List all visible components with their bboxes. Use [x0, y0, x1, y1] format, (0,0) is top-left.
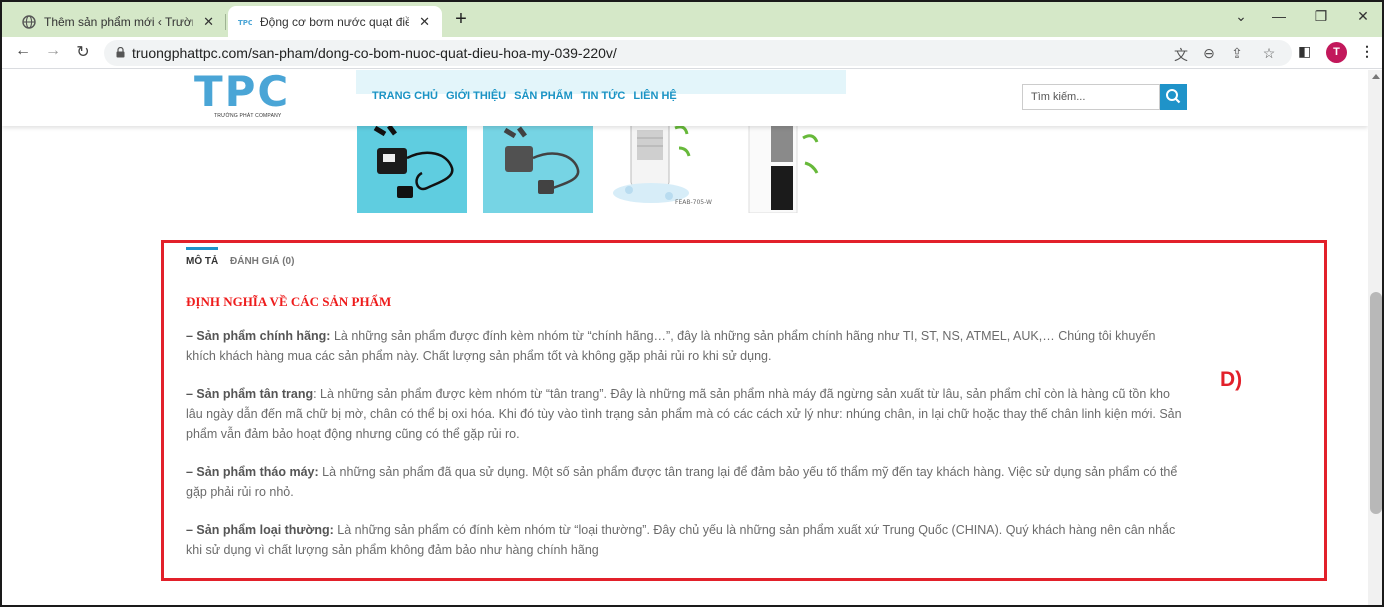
logo-text: TPC — [194, 70, 291, 116]
translate-icon[interactable]: 文 — [1172, 45, 1190, 65]
logo-subtext: TRƯỜNG PHÁT COMPANY — [214, 113, 282, 119]
nav-item-products[interactable]: SẢN PHẨM — [514, 90, 573, 102]
tab-title: Động cơ bơm nước quạt điều hòa — [260, 14, 409, 29]
tab-search-chevron-icon[interactable]: ⌄ — [1227, 8, 1255, 25]
zoom-icon[interactable]: ⊖ — [1200, 45, 1218, 62]
scroll-up-arrow-icon[interactable] — [1372, 74, 1380, 79]
new-tab-button[interactable]: + — [451, 9, 471, 30]
tab-title: Thêm sản phẩm mới ‹ Trường Phát — [44, 14, 193, 29]
minimize-icon[interactable]: — — [1265, 8, 1293, 24]
browser-tab[interactable]: Thêm sản phẩm mới ‹ Trường Phát ✕ — [12, 6, 226, 37]
restore-icon[interactable]: ❐ — [1307, 8, 1335, 25]
search-input[interactable]: Tìm kiếm... — [1022, 84, 1160, 110]
site-favicon-icon: TPC — [238, 15, 252, 29]
nav-item-contact[interactable]: LIÊN HỆ — [633, 90, 676, 102]
forward-arrow-icon[interactable]: → — [42, 42, 64, 60]
close-icon[interactable]: ✕ — [201, 14, 216, 30]
profile-avatar[interactable]: T — [1326, 42, 1347, 63]
main-nav: TRANG CHỦ GIỚI THIỆU SẢN PHẨM TIN TỨC LI… — [372, 90, 677, 102]
url-text: truongphattpc.com/san-pham/dong-co-bom-n… — [132, 45, 617, 61]
nav-item-home[interactable]: TRANG CHỦ — [372, 90, 438, 102]
back-arrow-icon[interactable]: ← — [12, 42, 34, 60]
annotation-label: D) — [1220, 368, 1243, 391]
reload-icon[interactable]: ↻ — [72, 42, 94, 62]
side-panel-icon[interactable]: ◧ — [1298, 43, 1311, 60]
browser-tab-strip: Thêm sản phẩm mới ‹ Trường Phát ✕ TPC Độ… — [2, 2, 1382, 37]
address-bar[interactable]: truongphattpc.com/san-pham/dong-co-bom-n… — [104, 40, 1292, 66]
close-icon[interactable]: ✕ — [417, 14, 432, 30]
bookmark-star-icon[interactable]: ☆ — [1260, 45, 1278, 62]
nav-item-news[interactable]: TIN TỨC — [581, 90, 626, 102]
nav-item-about[interactable]: GIỚI THIỆU — [446, 90, 506, 102]
annotation-highlight-box — [161, 240, 1327, 581]
share-icon[interactable]: ⇪ — [1228, 45, 1246, 62]
search-icon — [1166, 89, 1181, 104]
browser-tab-active[interactable]: TPC Động cơ bơm nước quạt điều hòa ✕ — [228, 6, 442, 37]
window-close-icon[interactable]: ✕ — [1349, 8, 1377, 25]
screenshot-frame: Thêm sản phẩm mới ‹ Trường Phát ✕ TPC Độ… — [0, 0, 1384, 607]
kebab-menu-icon[interactable]: ⋮ — [1360, 43, 1374, 60]
page-scrollbar[interactable] — [1368, 70, 1382, 605]
globe-icon — [22, 14, 36, 29]
svg-text:TPC: TPC — [238, 19, 252, 27]
site-logo[interactable]: TPC TRƯỜNG PHÁT COMPANY — [194, 70, 306, 122]
lock-icon — [116, 47, 125, 58]
search-button[interactable] — [1160, 84, 1187, 110]
browser-toolbar: ← → ↻ truongphattpc.com/san-pham/dong-co… — [2, 37, 1382, 69]
thumbnail-caption: FEAB-705-W — [675, 199, 712, 206]
page-viewport: TPC TRƯỜNG PHÁT COMPANY TRANG CHỦ GIỚI T… — [2, 70, 1368, 605]
scrollbar-thumb[interactable] — [1370, 292, 1382, 514]
site-header: TPC TRƯỜNG PHÁT COMPANY TRANG CHỦ GIỚI T… — [2, 70, 1368, 126]
